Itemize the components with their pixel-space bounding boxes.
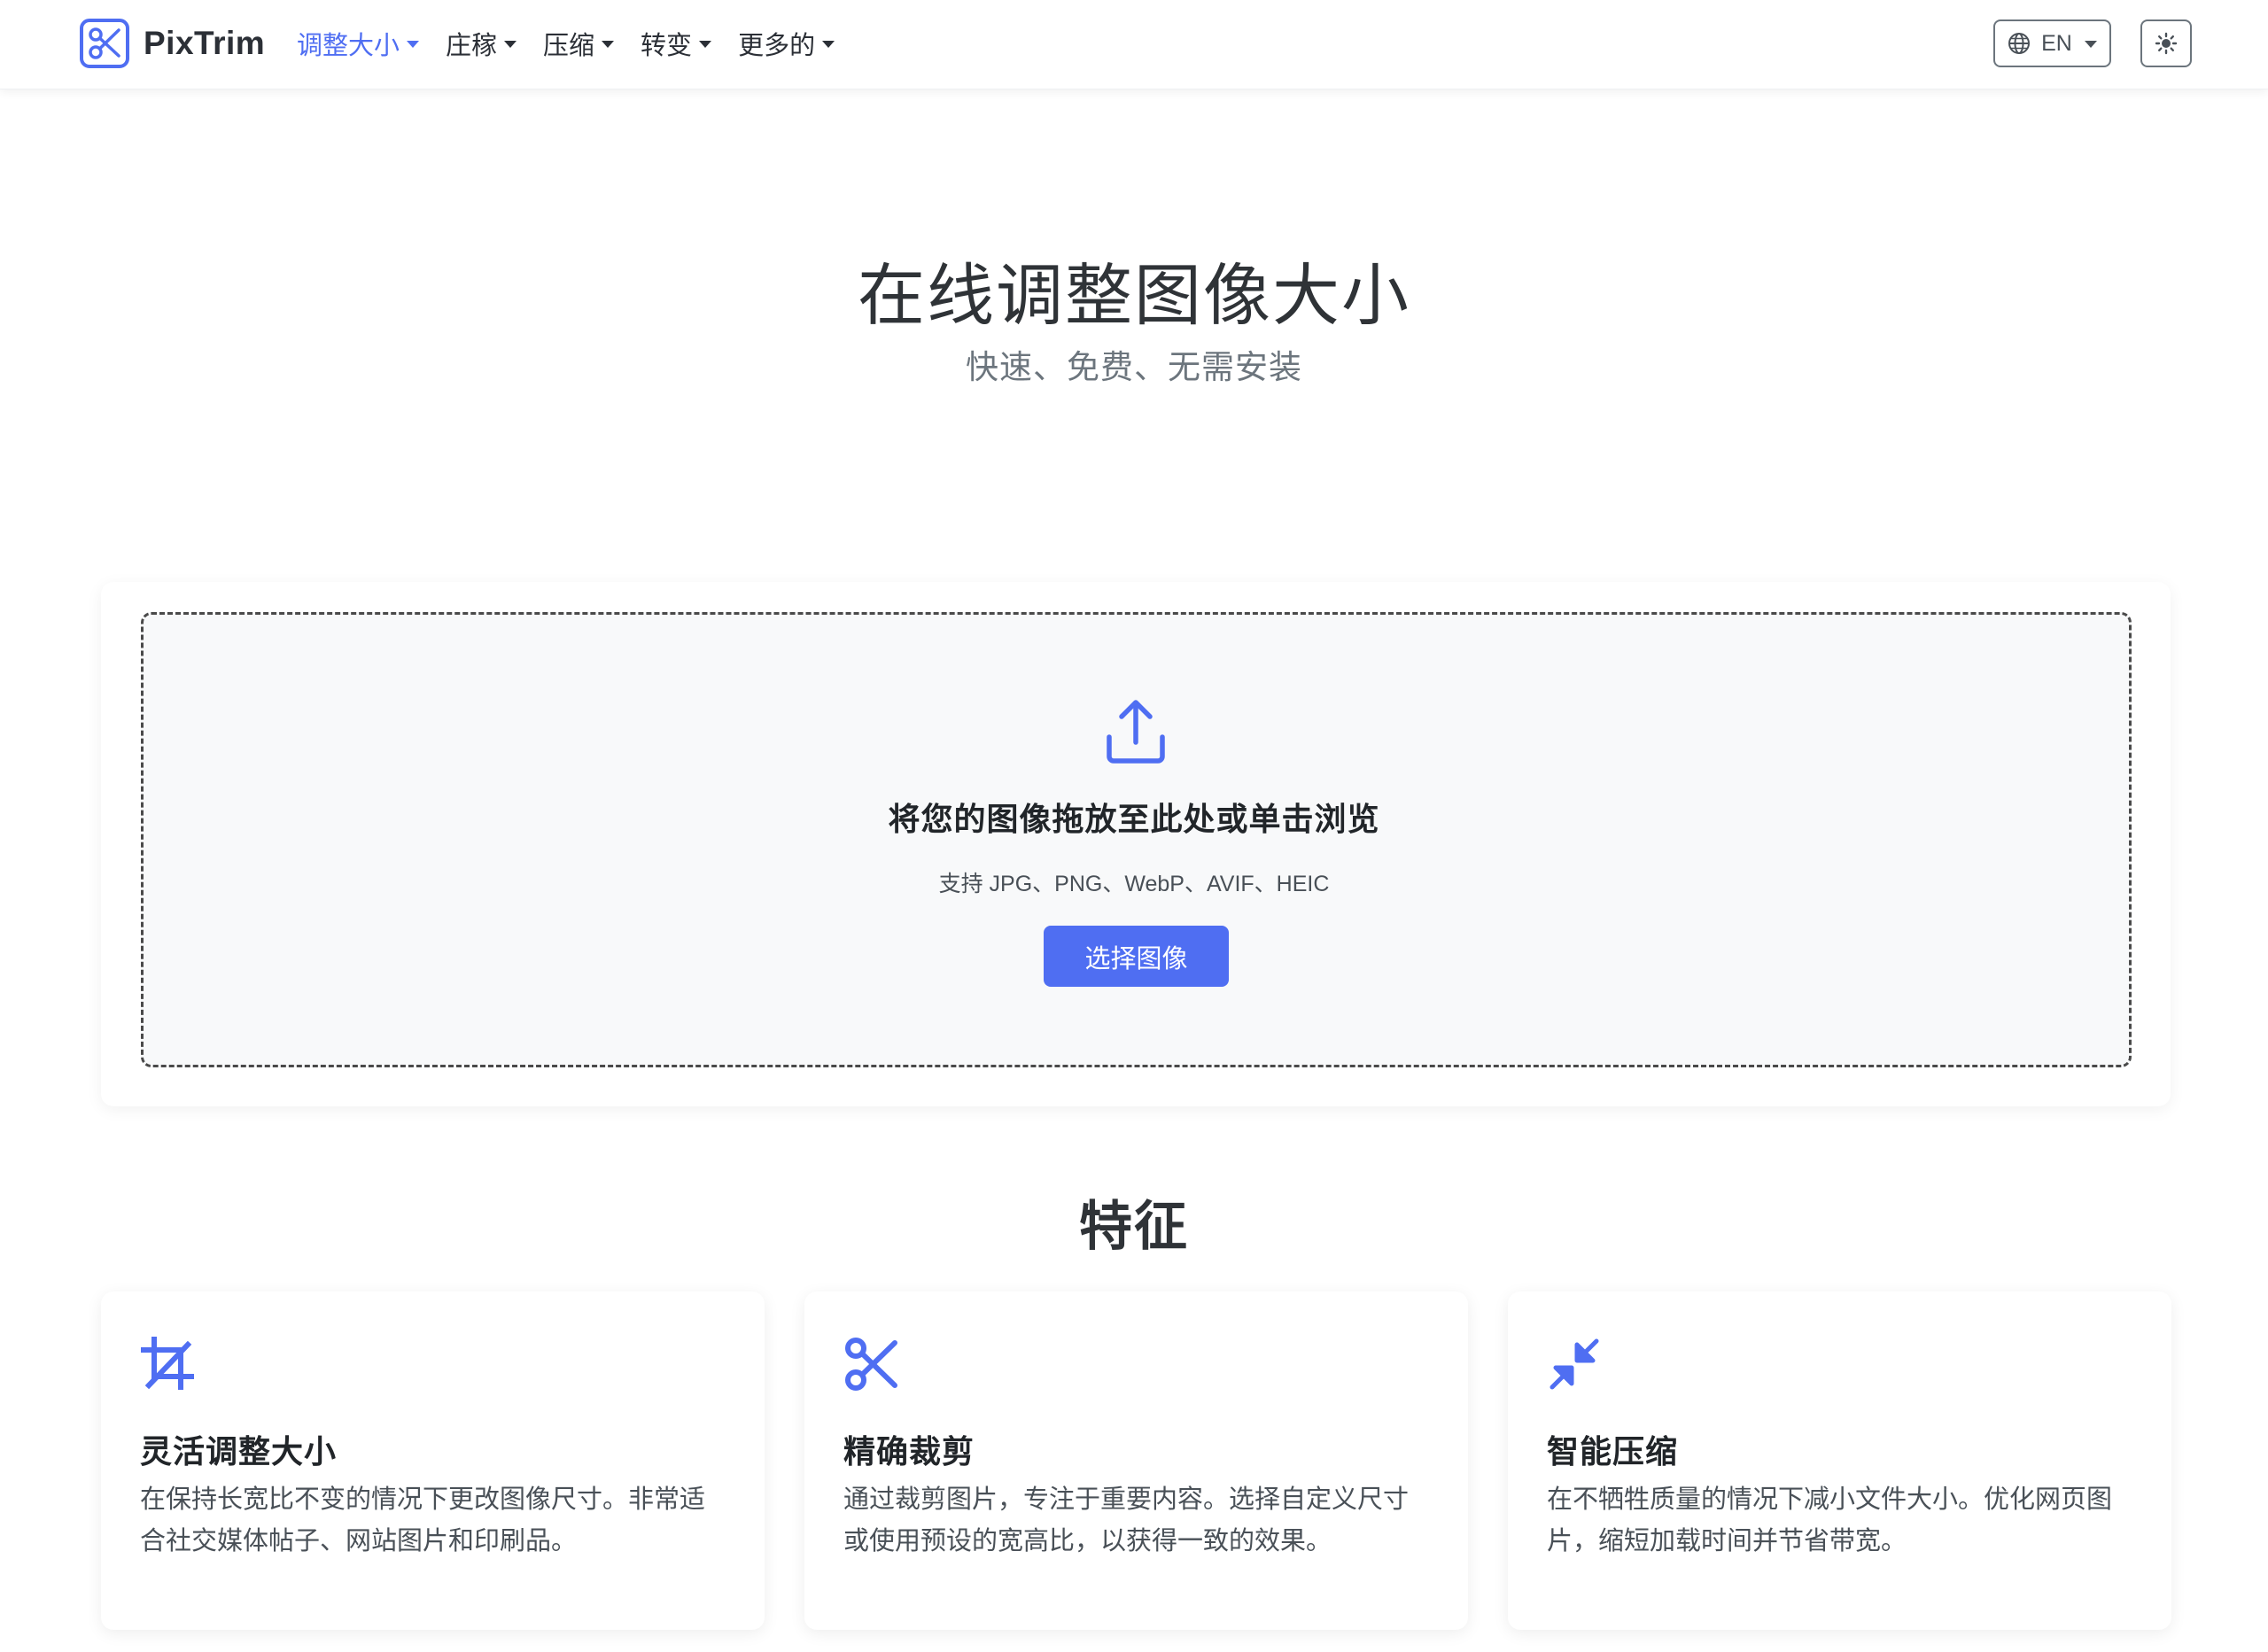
upload-icon [1107,700,1165,764]
crop-icon [141,1337,194,1390]
globe-icon [2008,33,2031,54]
main-nav: 调整大小 庄稼 压缩 转变 更多的 [297,21,861,66]
page-subtitle: 快速、免费、无需安装 [966,349,1302,385]
nav-item-label: 更多的 [738,32,816,60]
theme-toggle-button[interactable] [2140,19,2192,67]
caret-down-icon [602,41,615,48]
feature-description: 通过裁剪图片，专注于重要内容。选择自定义尺寸或使用预设的宽高比，以获得一致的效果… [843,1485,1410,1555]
feature-title: 灵活调整大小 [140,1433,338,1470]
scissors-icon [845,1338,897,1391]
dropzone-title: 将您的图像拖放至此处或单击浏览 [888,801,1380,837]
caret-down-icon [2084,41,2097,48]
language-dropdown-button[interactable]: EN [1993,19,2111,67]
caret-down-icon [822,41,835,48]
upload-dropzone[interactable] [141,612,2132,1067]
features-heading: 特征 [1079,1197,1189,1256]
nav-item-compress[interactable]: 压缩 [543,25,615,62]
page-title: 在线调整图像大小 [858,259,1410,334]
nav-item-label: 压缩 [543,32,595,60]
feature-card-resize: 灵活调整大小 在保持长宽比不变的情况下更改图像尺寸。非常适合社交媒体帖子、网站图… [101,1291,765,1630]
sun-icon [2155,32,2178,55]
feature-description: 在保持长宽比不变的情况下更改图像尺寸。非常适合社交媒体帖子、网站图片和印刷品。 [140,1485,706,1555]
caret-down-icon [504,41,517,48]
caret-down-icon [407,41,420,48]
compress-icon [1550,1338,1599,1390]
nav-item-label: 庄稼 [446,32,498,60]
feature-title: 精确裁剪 [843,1433,975,1470]
feature-card-crop: 精确裁剪 通过裁剪图片，专注于重要内容。选择自定义尺寸或使用预设的宽高比，以获得… [804,1291,1468,1630]
caret-down-icon [699,41,712,48]
feature-title: 智能压缩 [1547,1433,1679,1470]
feature-card-compress: 智能压缩 在不牺牲质量的情况下减小文件大小。优化网页图片，缩短加载时间并节省带宽… [1508,1291,2171,1630]
supported-formats-text: 支持 JPG、PNG、WebP、AVIF、HEIC [938,872,1330,896]
scissors-logo-icon [80,19,129,68]
navbar: PixTrim 调整大小 庄稼 压缩 转变 更多的 EN [0,0,2268,89]
brand-name: PixTrim [144,25,266,61]
nav-item-crop[interactable]: 庄稼 [446,25,517,62]
nav-item-label: 转变 [641,32,693,60]
brand-link[interactable]: PixTrim [80,19,265,68]
feature-description: 在不牺牲质量的情况下减小文件大小。优化网页图片，缩短加载时间并节省带宽。 [1547,1485,2113,1555]
nav-item-more[interactable]: 更多的 [738,25,835,62]
nav-item-resize[interactable]: 调整大小 [297,25,420,62]
nav-item-label: 调整大小 [297,32,400,60]
select-image-button[interactable]: 选择图像 [1044,926,1229,987]
language-label: EN [2041,30,2072,56]
nav-item-convert[interactable]: 转变 [641,25,712,62]
